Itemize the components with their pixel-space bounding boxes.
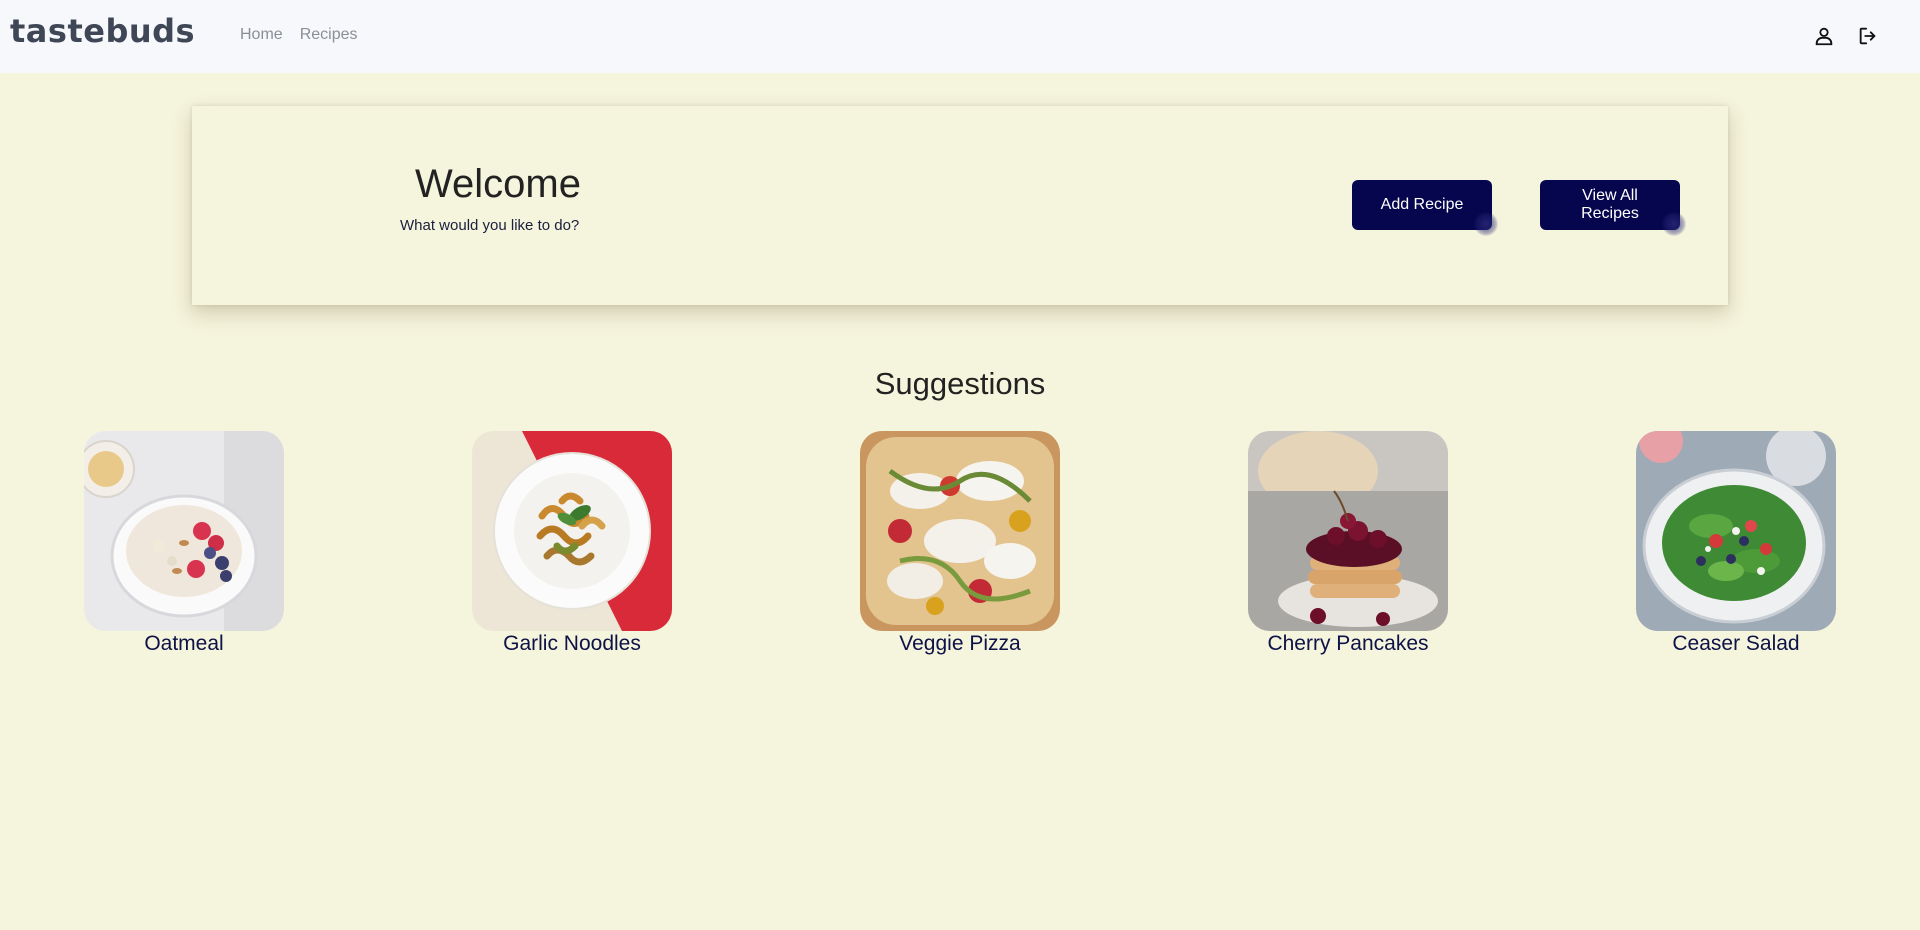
suggestion-card-veggie-pizza[interactable]: Veggie Pizza xyxy=(860,431,1060,656)
welcome-title: Welcome xyxy=(415,162,581,206)
suggestion-label: Garlic Noodles xyxy=(503,632,641,655)
garlic-noodles-image[interactable] xyxy=(472,431,672,631)
nav-icons xyxy=(1812,24,1880,48)
oatmeal-image[interactable] xyxy=(84,431,284,631)
add-recipe-button[interactable]: Add Recipe xyxy=(1352,180,1498,236)
user-icon[interactable] xyxy=(1812,24,1836,48)
suggestion-label: Veggie Pizza xyxy=(899,632,1021,655)
cherry-pancakes-image[interactable] xyxy=(1248,431,1448,631)
ceaser-salad-image[interactable] xyxy=(1636,431,1836,631)
logout-icon[interactable] xyxy=(1856,24,1880,48)
brand-logo[interactable]: tastebuds xyxy=(10,12,195,50)
suggestion-card-oatmeal[interactable]: Oatmeal xyxy=(84,431,284,656)
suggestion-label: Cherry Pancakes xyxy=(1267,632,1429,655)
suggestions-heading: Suggestions xyxy=(874,366,1046,401)
suggestion-card-ceaser-salad[interactable]: Ceaser Salad xyxy=(1636,431,1836,656)
top-navbar: tastebuds Home Recipes xyxy=(0,0,1920,73)
suggestion-card-garlic-noodles[interactable]: Garlic Noodles xyxy=(472,431,672,656)
welcome-card: Welcome What would you like to do? Add R… xyxy=(192,106,1728,305)
nav-link-recipes[interactable]: Recipes xyxy=(300,26,358,44)
veggie-pizza-image[interactable] xyxy=(860,431,1060,631)
welcome-subtitle: What would you like to do? xyxy=(400,217,580,234)
view-all-recipes-button[interactable]: View All Recipes xyxy=(1540,180,1686,236)
suggestion-label: Oatmeal xyxy=(144,632,224,655)
suggestion-label: Ceaser Salad xyxy=(1672,632,1800,655)
nav-link-home[interactable]: Home xyxy=(240,26,283,44)
nav-links: Home Recipes xyxy=(240,26,358,44)
suggestion-card-cherry-pancakes[interactable]: Cherry Pancakes xyxy=(1248,431,1448,656)
